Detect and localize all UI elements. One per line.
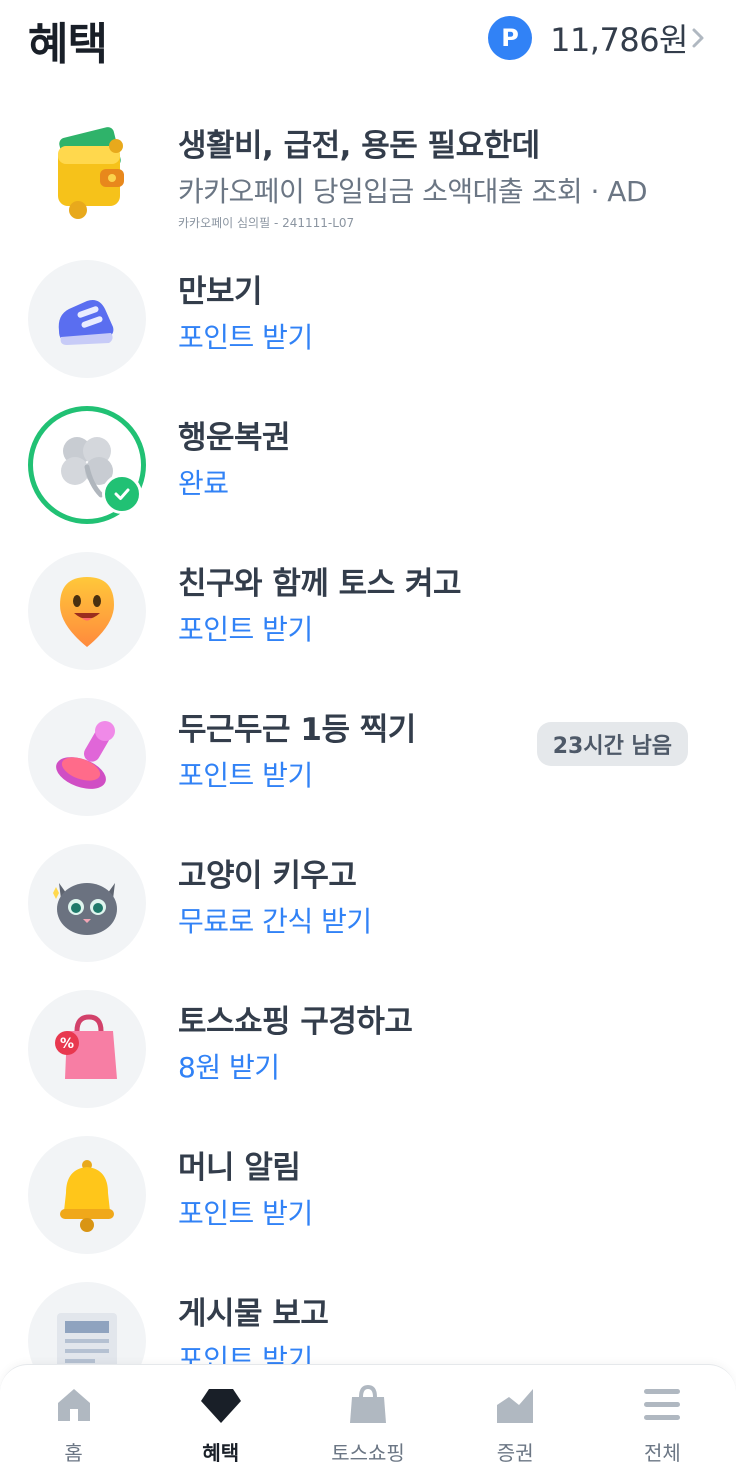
page-title: 혜택 bbox=[28, 19, 108, 70]
home-icon bbox=[52, 1383, 96, 1427]
item-subtitle[interactable]: 포인트 받기 bbox=[178, 1192, 313, 1232]
list-item-loan-ad[interactable]: 생활비, 급전, 용돈 필요한데 카카오페이 당일입금 소액대출 조회 · AD… bbox=[0, 100, 736, 246]
tab-label: 혜택 bbox=[202, 1441, 240, 1462]
list-item-cat[interactable]: 고양이 키우고 무료로 간식 받기 bbox=[0, 830, 736, 976]
item-subtitle[interactable]: 8원 받기 bbox=[178, 1046, 280, 1086]
item-subtitle: 카카오페이 당일입금 소액대출 조회 · AD bbox=[178, 175, 648, 208]
item-subtitle[interactable]: 포인트 받기 bbox=[178, 316, 313, 356]
stock-chart-icon bbox=[493, 1383, 537, 1427]
list-item-first-place[interactable]: 두근두근 1등 찍기 포인트 받기 23시간 남음 bbox=[0, 684, 736, 830]
bag-icon bbox=[346, 1383, 390, 1427]
check-icon bbox=[102, 474, 142, 514]
list-item-toss-shopping[interactable]: % 토스쇼핑 구경하고 8원 받기 bbox=[0, 976, 736, 1122]
list-item-lucky-lottery[interactable]: 행운복권 완료 bbox=[0, 392, 736, 538]
shopping-bag-icon: % bbox=[28, 990, 146, 1108]
stamp-icon bbox=[28, 698, 146, 816]
tab-benefits[interactable]: 혜택 bbox=[147, 1365, 294, 1462]
points-balance[interactable]: P 11,786원 bbox=[488, 16, 688, 60]
header: 혜택 P 11,786원 bbox=[0, 0, 736, 90]
sneaker-icon bbox=[28, 260, 146, 378]
chevron-right-icon[interactable] bbox=[682, 22, 714, 54]
benefit-list: 생활비, 급전, 용돈 필요한데 카카오페이 당일입금 소액대출 조회 · AD… bbox=[0, 100, 736, 1414]
item-title: 만보기 bbox=[178, 274, 263, 310]
item-title: 고양이 키우고 bbox=[178, 858, 357, 894]
tab-home[interactable]: 홈 bbox=[0, 1365, 147, 1462]
tab-stocks[interactable]: 증권 bbox=[442, 1365, 589, 1462]
menu-icon bbox=[640, 1383, 684, 1427]
item-disclaimer: 카카오페이 심의필 - 241111-L07 bbox=[178, 216, 355, 230]
tab-shopping[interactable]: 토스쇼핑 bbox=[294, 1365, 441, 1462]
item-title: 게시물 보고 bbox=[178, 1296, 329, 1332]
bottom-tab-bar: 홈 혜택 토스쇼핑 증권 전체 bbox=[0, 1364, 736, 1462]
list-item-invite-friends[interactable]: 친구와 함께 토스 켜고 포인트 받기 bbox=[0, 538, 736, 684]
item-title: 머니 알림 bbox=[178, 1150, 301, 1186]
points-value: 11,786원 bbox=[550, 21, 688, 59]
item-title: 두근두근 1등 찍기 bbox=[178, 712, 416, 748]
item-subtitle[interactable]: 무료로 간식 받기 bbox=[178, 900, 372, 940]
gem-icon bbox=[199, 1383, 243, 1427]
tab-all[interactable]: 전체 bbox=[589, 1365, 736, 1462]
wallet-icon bbox=[28, 114, 146, 232]
item-subtitle[interactable]: 포인트 받기 bbox=[178, 754, 313, 794]
item-subtitle[interactable]: 포인트 받기 bbox=[178, 608, 313, 648]
time-remaining-badge: 23시간 남음 bbox=[536, 722, 688, 766]
list-item-money-alert[interactable]: 머니 알림 포인트 받기 bbox=[0, 1122, 736, 1268]
svg-text:%: % bbox=[60, 1036, 74, 1052]
list-item-pedometer[interactable]: 만보기 포인트 받기 bbox=[0, 246, 736, 392]
tab-label: 전체 bbox=[644, 1441, 681, 1462]
item-subtitle: 완료 bbox=[178, 467, 229, 500]
item-title: 행운복권 bbox=[178, 420, 291, 456]
cat-icon bbox=[28, 844, 146, 962]
item-title: 친구와 함께 토스 켜고 bbox=[178, 566, 462, 602]
tab-label: 증권 bbox=[496, 1441, 534, 1462]
tab-label: 토스쇼핑 bbox=[331, 1441, 405, 1462]
point-icon: P bbox=[488, 16, 533, 60]
bell-icon bbox=[28, 1136, 146, 1254]
item-title: 토스쇼핑 구경하고 bbox=[178, 1004, 413, 1040]
item-title: 생활비, 급전, 용돈 필요한데 bbox=[178, 128, 540, 164]
smiley-pin-icon bbox=[28, 552, 146, 670]
tab-label: 홈 bbox=[64, 1441, 83, 1462]
